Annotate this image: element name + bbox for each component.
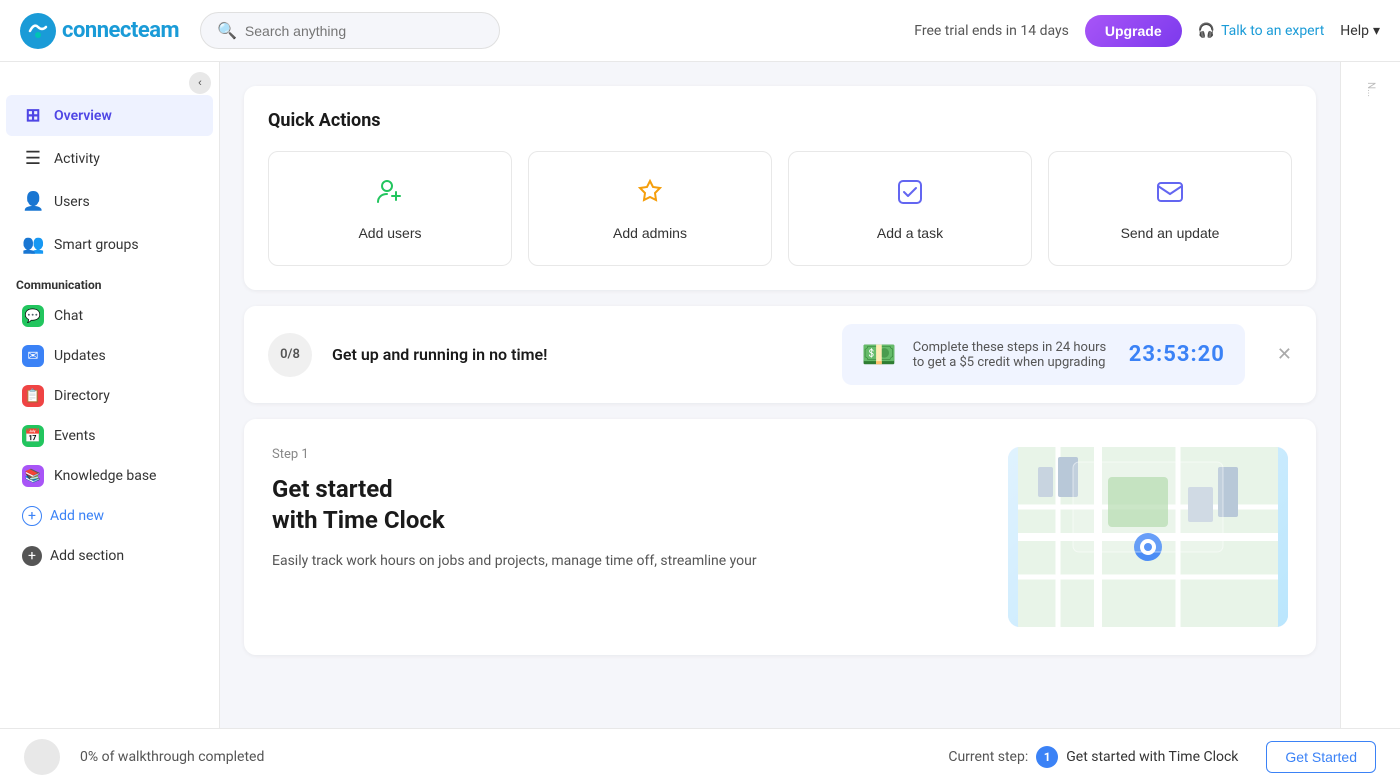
step-title: Get startedwith Time Clock [272,474,984,536]
help-button[interactable]: Help ▾ [1340,23,1380,39]
add-section-label: Add section [50,548,124,564]
walkthrough-progress-text: 0% of walkthrough completed [80,749,264,765]
app-header: connecteam 🔍 Free trial ends in 14 days … [0,0,1400,62]
overview-icon: ⊞ [22,105,44,126]
talk-expert-label: Talk to an expert [1221,23,1324,39]
users-icon: 👤 [22,191,44,212]
logo-icon [20,13,56,49]
events-label: Events [54,428,95,444]
plus-circle-icon: + [22,506,42,526]
talk-expert-link[interactable]: 🎧 Talk to an expert [1198,23,1325,39]
logo-text: connecteam [62,18,179,43]
search-input[interactable] [245,23,483,39]
progress-banner: 0/8 Get up and running in no time! 💵 Com… [244,306,1316,403]
timer-section: 💵 Complete these steps in 24 hours to ge… [842,324,1245,385]
chat-icon: 💬 [22,305,44,327]
quick-actions-title: Quick Actions [268,110,1292,131]
sidebar-item-knowledge-base[interactable]: 📚 Knowledge base [6,457,213,495]
add-admins-button[interactable]: Add admins [528,151,772,266]
directory-icon: 📋 [22,385,44,407]
quick-actions-card: Quick Actions Add users Add admins [244,86,1316,290]
current-step-section: Current step: 1 Get started with Time Cl… [948,741,1376,773]
updates-label: Updates [54,348,106,364]
knowledge-base-icon: 📚 [22,465,44,487]
step-description: Easily track work hours on jobs and proj… [272,550,984,572]
timer-desc: Complete these steps in 24 hours to get … [913,340,1113,370]
help-label: Help [1340,23,1369,39]
step-content: Step 1 Get startedwith Time Clock Easily… [272,447,984,627]
logo: connecteam [20,13,180,49]
step-label: Step 1 [272,447,984,462]
current-step-name: Get started with Time Clock [1066,749,1238,765]
send-update-icon [1154,176,1186,215]
smart-groups-label: Smart groups [54,237,139,253]
add-admins-icon [634,176,666,215]
step-card: Step 1 Get startedwith Time Clock Easily… [244,419,1316,655]
events-icon: 📅 [22,425,44,447]
chevron-down-icon: ▾ [1373,23,1380,39]
bottom-bar: 0% of walkthrough completed Current step… [0,728,1400,784]
sidebar-collapse-area: ‹ [0,62,219,94]
updates-icon: ✉ [22,345,44,367]
trial-text: Free trial ends in 14 days [914,23,1069,39]
search-icon: 🔍 [217,21,237,40]
step-number-badge: 1 [1036,746,1058,768]
sidebar: ‹ ⊞ Overview ☰ Activity 👤 Users 👥 Smart … [0,62,220,728]
add-task-button[interactable]: Add a task [788,151,1032,266]
send-update-button[interactable]: Send an update [1048,151,1292,266]
add-new-label: Add new [50,508,104,524]
activity-label: Activity [54,151,100,167]
sidebar-item-directory[interactable]: 📋 Directory [6,377,213,415]
right-panel-label: N... [1365,82,1376,97]
close-banner-button[interactable]: ✕ [1277,344,1292,365]
sidebar-item-overview[interactable]: ⊞ Overview [6,95,213,136]
activity-icon: ☰ [22,148,44,169]
headset-icon: 🎧 [1198,23,1215,39]
current-step-label: Current step: [948,749,1028,765]
right-panel-hint: N... [1340,62,1400,728]
header-right: Free trial ends in 14 days Upgrade 🎧 Tal… [914,15,1380,47]
get-started-button[interactable]: Get Started [1266,741,1376,773]
search-bar[interactable]: 🔍 [200,12,500,49]
map-visualization [1008,447,1288,627]
progress-text: Get up and running in no time! [332,345,822,364]
add-task-icon [894,176,926,215]
quick-actions-grid: Add users Add admins Add a task [268,151,1292,266]
progress-badge: 0/8 [268,333,312,377]
add-task-label: Add a task [877,225,943,241]
sidebar-item-chat[interactable]: 💬 Chat [6,297,213,335]
sidebar-item-smart-groups[interactable]: 👥 Smart groups [6,224,213,265]
upgrade-button[interactable]: Upgrade [1085,15,1182,47]
smart-groups-icon: 👥 [22,234,44,255]
plus-filled-icon: + [22,546,42,566]
sidebar-item-updates[interactable]: ✉ Updates [6,337,213,375]
add-new-button[interactable]: + Add new [6,498,213,534]
users-label: Users [54,194,90,210]
sidebar-item-users[interactable]: 👤 Users [6,181,213,222]
main-layout: ‹ ⊞ Overview ☰ Activity 👤 Users 👥 Smart … [0,62,1400,728]
walkthrough-progress-circle [24,739,60,775]
add-users-label: Add users [358,225,421,241]
step-image [1008,447,1288,627]
main-content: Quick Actions Add users Add admins [220,62,1340,728]
communication-section-label: Communication [0,266,219,296]
knowledge-base-label: Knowledge base [54,468,156,484]
add-section-button[interactable]: + Add section [6,538,213,574]
send-update-label: Send an update [1121,225,1220,241]
collapse-button[interactable]: ‹ [189,72,211,94]
overview-label: Overview [54,108,112,124]
sidebar-item-activity[interactable]: ☰ Activity [6,138,213,179]
timer-countdown: 23:53:20 [1129,342,1225,367]
sidebar-item-events[interactable]: 📅 Events [6,417,213,455]
add-users-button[interactable]: Add users [268,151,512,266]
directory-label: Directory [54,388,110,404]
add-users-icon [374,176,406,215]
chat-label: Chat [54,308,83,324]
money-icon: 💵 [862,338,897,371]
add-admins-label: Add admins [613,225,687,241]
